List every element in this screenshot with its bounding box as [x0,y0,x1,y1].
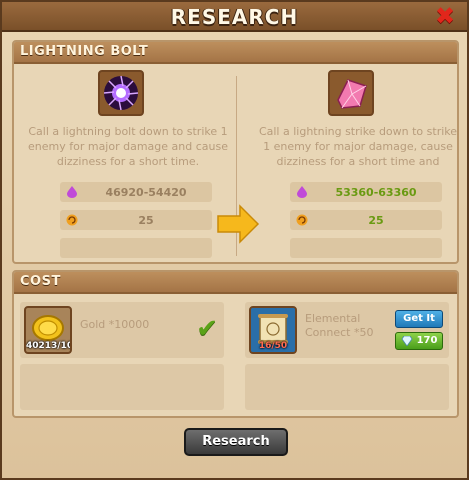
current-duration-stat: 25 [60,210,212,230]
next-damage-stat: 53360-63360 [290,182,442,202]
get-it-button[interactable]: Get It [395,310,443,328]
buy-with-gems-button[interactable]: 170 [395,332,443,350]
gold-coin-icon: 40213/10000 [24,306,72,354]
scroll-cost-label: Elemental Connect *50 [305,312,374,339]
lightning-orb-icon [98,70,144,116]
spell-panel: LIGHTNING BOLT Call a lightning bolt dow… [12,40,459,264]
scroll-count: 16/50 [258,341,288,351]
next-damage-value: 53360-63360 [335,185,417,199]
damage-drop-icon [297,186,307,198]
gold-cost-slot: 40213/10000 Gold *10000 ✔ [20,302,224,358]
current-damage-value: 46920-54420 [105,185,187,199]
research-button[interactable]: Research [184,428,288,456]
title-bar: RESEARCH ✖ [2,2,467,32]
gold-cost-label: Gold *10000 [80,318,150,331]
current-description: Call a lightning bolt down to strike 1 e… [28,125,228,168]
damage-drop-icon [67,186,77,198]
gem-icon [401,336,413,346]
empty-cost-slot-right [245,364,449,410]
next-description: Call a lightning strike down to strike 1… [258,125,458,168]
current-damage-stat: 46920-54420 [60,182,212,202]
window-title: RESEARCH [170,5,299,29]
cost-panel-header: COST [14,272,457,294]
next-level-column: Call a lightning strike down to strike 1… [258,70,458,258]
research-window: RESEARCH ✖ LIGHTNING BOLT Call a lightni… [0,0,469,480]
dizzy-icon [296,214,308,226]
dizzy-icon [66,214,78,226]
spell-panel-header: LIGHTNING BOLT [14,42,457,64]
empty-cost-slot-left [20,364,224,410]
gold-count: 40213/10000 [26,341,72,351]
scroll-icon: 16/50 [249,306,297,354]
close-icon[interactable]: ✖ [433,4,457,28]
cost-panel: COST 40213/10000 Gold *10000 ✔ [12,270,459,418]
next-empty-stat [290,238,442,258]
scroll-cost-slot: 16/50 Elemental Connect *50 Get It 170 [245,302,449,358]
next-duration-value: 25 [368,213,384,227]
current-empty-stat [60,238,212,258]
upgrade-arrow-icon [217,204,260,244]
crystal-shard-icon [328,70,374,116]
current-level-column: Call a lightning bolt down to strike 1 e… [28,70,228,258]
gem-cost-value: 170 [416,335,438,346]
current-duration-value: 25 [138,213,154,227]
next-duration-stat: 25 [290,210,442,230]
checkmark-icon: ✔ [196,314,218,344]
